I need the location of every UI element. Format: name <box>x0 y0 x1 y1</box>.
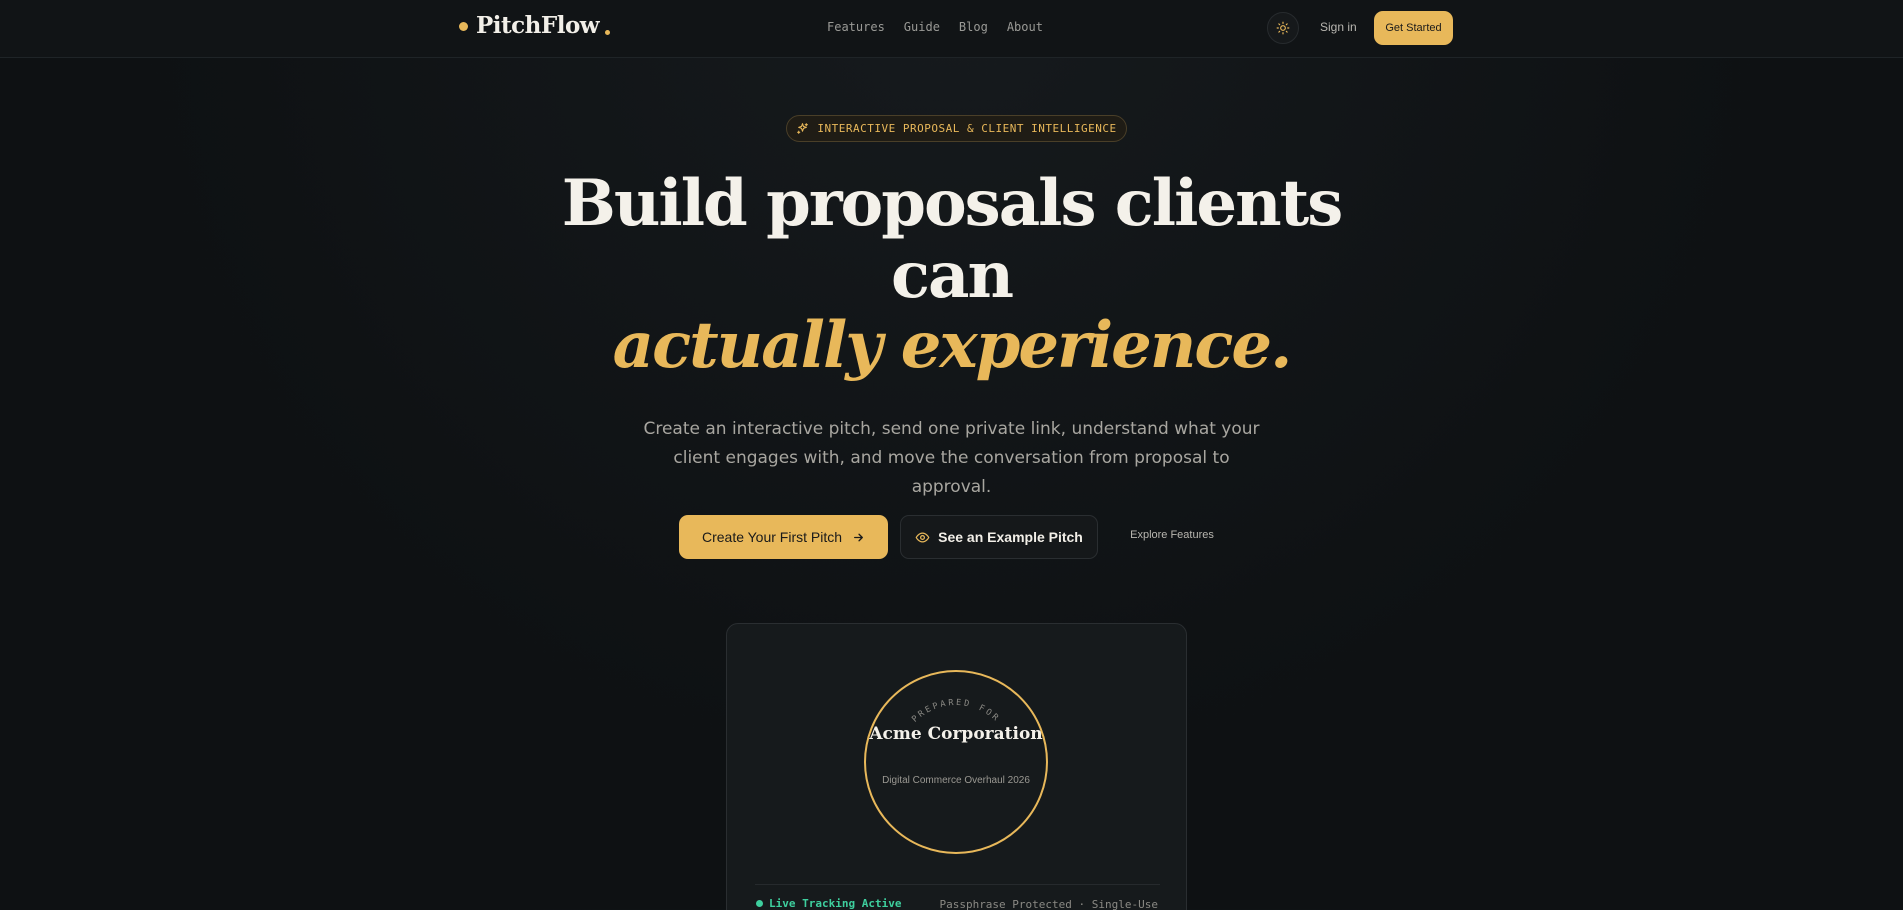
arrow-right-icon <box>854 533 863 541</box>
client-name: Acme Corporation <box>869 724 1043 744</box>
hero-title-line2: can <box>891 238 1014 313</box>
prepared-for-ring: PREPARED FOR <box>864 670 1048 854</box>
hero-subtitle: Create an interactive pitch, send one pr… <box>643 419 1260 497</box>
live-tracking-label: Live Tracking Active <box>769 897 902 910</box>
security-info: Passphrase Protected · Single-Use <box>939 898 1158 910</box>
brand-name: PitchFlow <box>476 12 600 39</box>
top-navbar: PitchFlow Features Guide Blog About Sign… <box>0 0 1903 58</box>
create-first-pitch-button[interactable]: Create Your First Pitch <box>679 515 888 559</box>
sun-icon <box>1276 21 1290 35</box>
nav-link-about[interactable]: About <box>1007 20 1043 34</box>
theme-toggle-button[interactable] <box>1267 12 1299 44</box>
see-example-pitch-button[interactable]: See an Example Pitch <box>900 515 1098 559</box>
live-tracking-status: Live Tracking Active <box>756 897 901 910</box>
card-divider <box>755 884 1160 885</box>
nav-links: Features Guide Blog About <box>827 20 1043 34</box>
create-first-pitch-label: Create Your First Pitch <box>701 529 843 545</box>
status-dot-icon <box>756 900 763 907</box>
sparkles-icon <box>797 123 809 134</box>
nav-link-features[interactable]: Features <box>827 20 885 34</box>
explore-features-link[interactable]: Explore Features <box>1120 529 1224 541</box>
hero-title-accent: actually experience. <box>612 308 1293 383</box>
hero-badge-text: INTERACTIVE PROPOSAL & CLIENT INTELLIGEN… <box>817 122 1117 135</box>
hero-title-line1: Build proposals clients <box>561 166 1343 241</box>
logo-dot <box>459 22 468 31</box>
svg-text:PREPARED FOR: PREPARED FOR <box>910 698 1002 725</box>
nav-link-guide[interactable]: Guide <box>904 20 940 34</box>
proposal-preview-card: PREPARED FOR Acme Corporation Digital Co… <box>726 623 1187 910</box>
sign-in-link[interactable]: Sign in <box>1320 20 1357 34</box>
prepared-for-label: PREPARED FOR <box>910 698 999 725</box>
see-example-pitch-label: See an Example Pitch <box>938 529 1083 545</box>
logo-period <box>605 30 611 35</box>
hero-title: Build proposals clients can <box>500 168 1403 312</box>
brand-logo[interactable]: PitchFlow <box>459 12 611 39</box>
client-project: Digital Commerce Overhaul 2026 <box>882 775 1030 786</box>
eye-icon <box>915 532 930 542</box>
get-started-button[interactable]: Get Started <box>1374 11 1453 45</box>
hero-badge: INTERACTIVE PROPOSAL & CLIENT INTELLIGEN… <box>786 115 1127 142</box>
nav-link-blog[interactable]: Blog <box>959 20 988 34</box>
